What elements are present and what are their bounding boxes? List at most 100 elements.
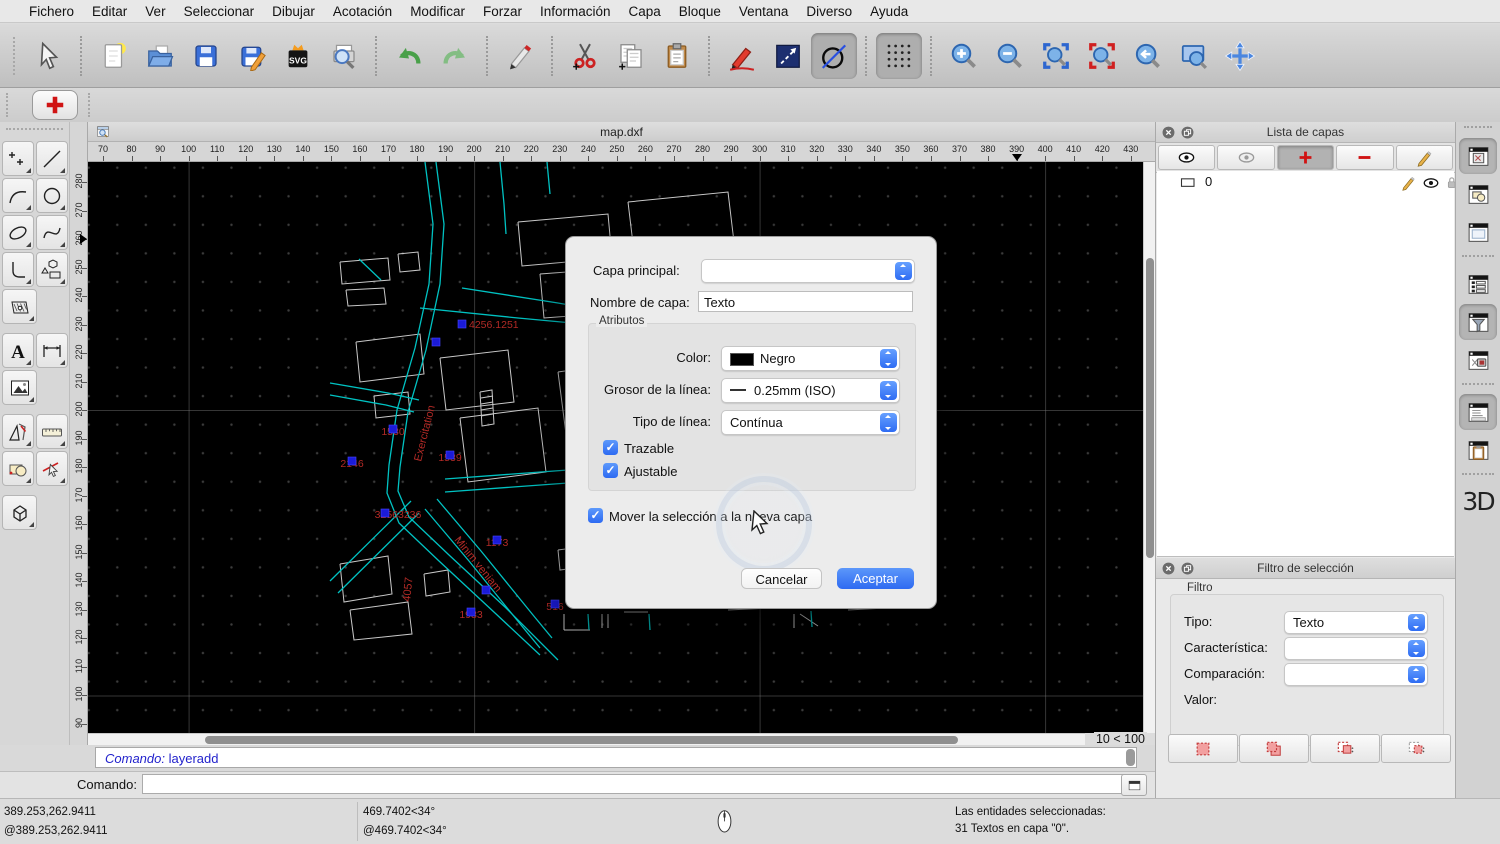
horizontal-scrollbar-thumb[interactable] [205, 735, 958, 744]
select-line-tool-button[interactable] [36, 451, 68, 486]
cancel-button[interactable]: Cancelar [741, 568, 822, 589]
menu-dibujar[interactable]: Dibujar [263, 4, 324, 19]
menu-seleccionar[interactable]: Seleccionar [175, 4, 264, 19]
image-tool-button[interactable] [2, 370, 37, 405]
zoom-auto-button[interactable] [1033, 33, 1079, 79]
layer-row[interactable]: 0 [1157, 171, 1456, 196]
selection-filter-dock-button[interactable] [1459, 304, 1497, 340]
filter-type-dropdown[interactable]: Texto [1284, 611, 1428, 634]
filter-feature-dropdown[interactable] [1284, 637, 1428, 660]
filter-comparison-dropdown[interactable] [1284, 663, 1428, 686]
cut-button[interactable] [562, 33, 608, 79]
undo-button[interactable] [386, 33, 432, 79]
menu-bloque[interactable]: Bloque [670, 4, 730, 19]
menu-informacin[interactable]: Información [531, 4, 620, 19]
canvas-horizontal-scrollbar[interactable] [88, 733, 1085, 745]
layer-list-dock-button[interactable] [1459, 138, 1497, 174]
svg-export-button[interactable]: SVG [275, 33, 321, 79]
selected-entity-marker[interactable] [481, 585, 491, 595]
pencil-sm-button[interactable] [1395, 145, 1454, 170]
zoom-select-button[interactable] [1079, 33, 1125, 79]
menu-fichero[interactable]: Fichero [20, 4, 83, 19]
eye-icon[interactable] [1422, 174, 1440, 197]
linetype-dropdown[interactable]: Contínua [721, 410, 900, 435]
drafting-tool-button[interactable] [2, 414, 34, 449]
hatch-tool-button[interactable] [2, 289, 37, 324]
copy-button[interactable] [608, 33, 654, 79]
parent-layer-dropdown[interactable] [701, 259, 915, 283]
menu-editar[interactable]: Editar [83, 4, 136, 19]
zoom-out-button[interactable] [987, 33, 1033, 79]
vertical-scrollbar-thumb[interactable] [1145, 258, 1154, 558]
print-preview-button[interactable] [321, 33, 367, 79]
lineweight-dropdown[interactable]: 0.25mm (ISO) [721, 378, 900, 403]
menu-capa[interactable]: Capa [620, 4, 670, 19]
spline-tool-button[interactable] [36, 215, 68, 250]
save-button[interactable] [183, 33, 229, 79]
snappable-checkbox[interactable] [603, 463, 618, 478]
erase-button[interactable] [497, 33, 543, 79]
block-list-dock-button[interactable] [1459, 176, 1497, 212]
menu-diverso[interactable]: Diverso [797, 4, 861, 19]
plus-red-button[interactable] [1276, 145, 1335, 170]
command-history-dock-button[interactable] [1459, 394, 1497, 430]
selected-entity-marker[interactable] [347, 456, 357, 466]
menu-ventana[interactable]: Ventana [730, 4, 798, 19]
pencil-button[interactable] [719, 33, 765, 79]
eye-button[interactable] [1158, 145, 1216, 170]
sel-add-button[interactable] [1239, 734, 1309, 763]
box3d-tool-button[interactable] [2, 495, 37, 530]
selected-entity-marker[interactable] [466, 607, 476, 617]
arc-tool-button[interactable] [2, 178, 34, 213]
menu-acotacin[interactable]: Acotación [324, 4, 401, 19]
menu-forzar[interactable]: Forzar [474, 4, 531, 19]
dimension-tool-button[interactable] [36, 333, 68, 368]
selected-entity-marker[interactable] [388, 424, 398, 434]
zoom-previous-button[interactable] [1125, 33, 1171, 79]
shapes-tool-button[interactable] [36, 252, 68, 287]
selected-entity-marker[interactable] [492, 535, 502, 545]
minus-red-button[interactable] [1336, 145, 1394, 170]
menu-modificar[interactable]: Modificar [401, 4, 474, 19]
points-tool-button[interactable] [2, 141, 34, 176]
pen-settings-dock-button[interactable] [1459, 342, 1497, 378]
layer-name-input[interactable]: Texto [698, 291, 913, 312]
move-selection-checkbox[interactable] [588, 508, 603, 523]
pan-button[interactable] [1217, 33, 1263, 79]
selected-entity-marker[interactable] [445, 450, 455, 460]
line-tool-button[interactable] [36, 141, 68, 176]
edit-polyline-button[interactable] [765, 33, 811, 79]
selected-entity-marker[interactable] [431, 337, 441, 347]
3d-dock-label[interactable]: 3D [1456, 487, 1500, 516]
pencil-sm-icon[interactable] [1400, 174, 1417, 196]
menu-ayuda[interactable]: Ayuda [861, 4, 917, 19]
folder-open-button[interactable] [137, 33, 183, 79]
paste-button[interactable] [654, 33, 700, 79]
selected-entity-marker[interactable] [550, 599, 560, 609]
polyline-tool-button[interactable] [2, 252, 34, 287]
library-browser-dock-button[interactable] [1459, 214, 1497, 250]
cursor-button[interactable] [26, 33, 72, 79]
circle-line-button[interactable] [811, 32, 857, 79]
measure-tool-button[interactable] [36, 414, 68, 449]
command-window-toggle-button[interactable] [1121, 774, 1147, 796]
ellipse-tool-button[interactable] [2, 215, 34, 250]
history-scrollbar-thumb[interactable] [1126, 749, 1135, 766]
add-tool-button[interactable] [32, 90, 78, 120]
command-history-field[interactable]: Comando: layeradd [95, 747, 1137, 768]
file-new-button[interactable] [91, 33, 137, 79]
command-input-field[interactable] [142, 774, 1124, 794]
color-dropdown[interactable]: Negro [721, 346, 900, 371]
layer-list[interactable]: 0 [1157, 171, 1456, 557]
sel-all-button[interactable] [1168, 734, 1238, 763]
zoom-window-button[interactable] [1171, 33, 1217, 79]
selected-entity-marker[interactable] [457, 319, 467, 329]
eye-gray-button[interactable] [1217, 145, 1275, 170]
circle-tool-button[interactable] [36, 178, 68, 213]
menu-ver[interactable]: Ver [136, 4, 174, 19]
accept-button[interactable]: Aceptar [837, 568, 914, 589]
plottable-checkbox[interactable] [603, 440, 618, 455]
selected-entity-marker[interactable] [380, 508, 390, 518]
canvas-vertical-scrollbar[interactable] [1143, 162, 1155, 733]
text-tool-button[interactable]: A [2, 333, 34, 368]
